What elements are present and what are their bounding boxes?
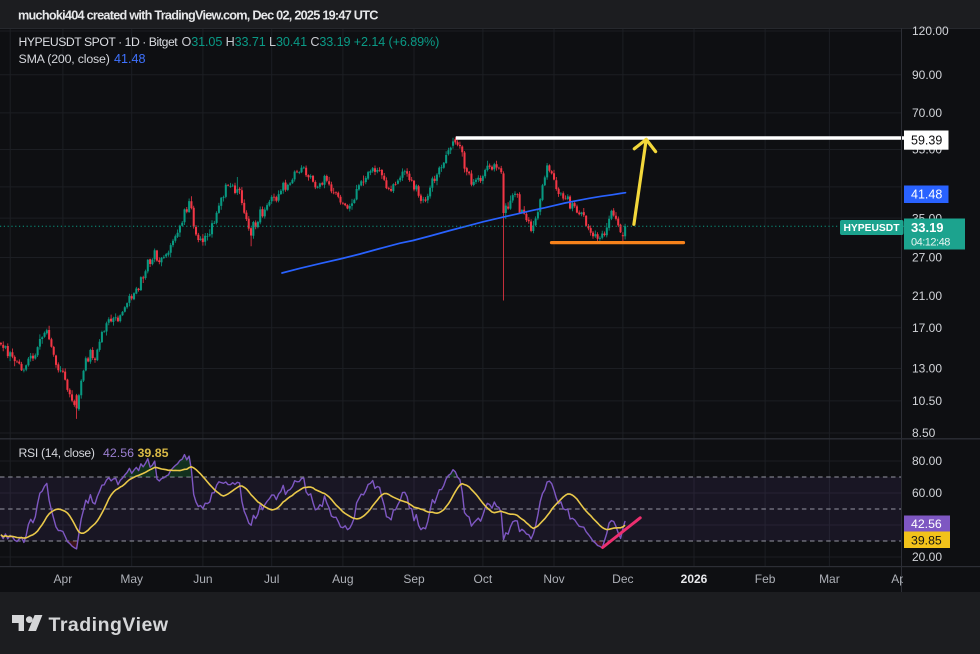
svg-text:10.50: 10.50: [912, 394, 942, 408]
svg-text:O31.05 H33.71 L30.41 C33.19 +2: O31.05 H33.71 L30.41 C33.19 +2.14 (+6.89…: [182, 35, 440, 49]
svg-text:8.50: 8.50: [912, 426, 936, 440]
svg-text:39.85: 39.85: [911, 534, 942, 548]
svg-text:Nov: Nov: [543, 572, 564, 586]
svg-text:May: May: [120, 572, 143, 586]
svg-text:HYPEUSDT: HYPEUSDT: [843, 223, 900, 234]
svg-text:41.48: 41.48: [911, 188, 942, 202]
svg-text:2026: 2026: [681, 572, 708, 586]
svg-text:Oct: Oct: [474, 572, 493, 586]
svg-text:120.00: 120.00: [912, 24, 949, 38]
svg-text:42.56: 42.56: [911, 517, 942, 531]
svg-text:21.00: 21.00: [912, 289, 942, 303]
svg-text:Aug: Aug: [332, 572, 353, 586]
svg-text:RSI (14, close): RSI (14, close): [19, 446, 95, 460]
svg-text:Dec: Dec: [612, 572, 633, 586]
svg-text:41.48: 41.48: [114, 52, 146, 66]
svg-text:Jul: Jul: [264, 572, 279, 586]
svg-text:17.00: 17.00: [912, 321, 942, 335]
svg-text:33.19: 33.19: [911, 220, 944, 235]
svg-text:20.00: 20.00: [912, 550, 942, 564]
svg-text:Mar: Mar: [819, 572, 840, 586]
svg-text:80.00: 80.00: [912, 454, 942, 468]
svg-text:muchoki404 created with Tradin: muchoki404 created with TradingView.com,…: [18, 9, 378, 23]
svg-text:60.00: 60.00: [912, 486, 942, 500]
svg-text:Sep: Sep: [403, 572, 425, 586]
svg-text:59.39: 59.39: [911, 133, 942, 147]
svg-text:04:12:48: 04:12:48: [911, 236, 950, 248]
svg-text:39.85: 39.85: [138, 446, 169, 460]
svg-text:Jun: Jun: [193, 572, 212, 586]
svg-text:27.00: 27.00: [912, 251, 942, 265]
svg-text:70.00: 70.00: [912, 106, 942, 120]
svg-text:90.00: 90.00: [912, 68, 942, 82]
svg-text:TradingView: TradingView: [49, 614, 169, 636]
svg-text:13.00: 13.00: [912, 362, 942, 376]
svg-text:Feb: Feb: [755, 572, 776, 586]
svg-text:HYPEUSDT SPOT · 1D · Bitget: HYPEUSDT SPOT · 1D · Bitget: [19, 35, 179, 49]
svg-text:Apr: Apr: [54, 572, 73, 586]
svg-text:42.56: 42.56: [103, 446, 134, 460]
svg-text:SMA (200, close): SMA (200, close): [19, 52, 110, 66]
